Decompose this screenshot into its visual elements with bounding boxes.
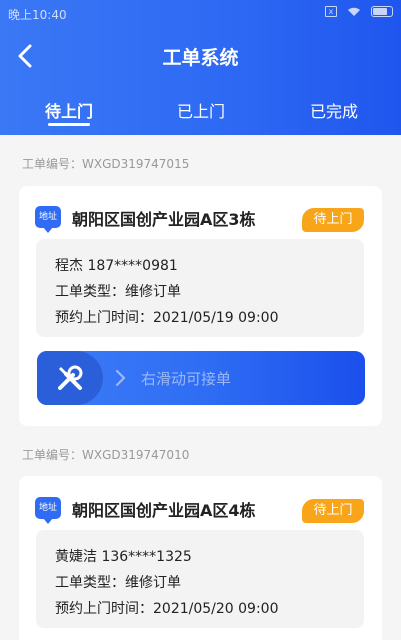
contact-info: 程杰 187****0981 bbox=[55, 258, 178, 274]
tab-visited[interactable]: 已上门 bbox=[141, 98, 261, 122]
order-type: 工单类型：维修订单 bbox=[55, 284, 181, 300]
sim-icon: x bbox=[325, 6, 337, 17]
active-tab-indicator bbox=[48, 123, 90, 126]
status-badge: 待上门 bbox=[302, 499, 364, 523]
page-title: 工单系统 bbox=[162, 47, 239, 69]
tools-icon bbox=[58, 365, 83, 390]
status-bar: 晚上10:40 x bbox=[0, 0, 401, 26]
slider-label: 右滑动可接单 bbox=[141, 370, 232, 388]
status-time: 晚上10:40 bbox=[8, 8, 67, 22]
battery-icon bbox=[371, 6, 393, 17]
order-details: 程杰 187****0981 工单类型：维修订单 预约上门时间：2021/05/… bbox=[36, 239, 364, 337]
order-details: 黄婕洁 136****1325 工单类型：维修订单 预约上门时间：2021/05… bbox=[36, 530, 364, 628]
order-address: 朝阳区国创产业园A区4栋 bbox=[72, 501, 256, 520]
order-number: 工单编号：WXGD319747015 bbox=[22, 157, 190, 171]
status-icons: x bbox=[325, 6, 393, 17]
appointment-time: 预约上门时间：2021/05/20 09:00 bbox=[55, 601, 279, 617]
address-icon: 地址 bbox=[35, 497, 61, 524]
order-number: 工单编号：WXGD319747010 bbox=[22, 448, 190, 462]
address-icon: 地址 bbox=[35, 206, 61, 233]
tab-pending[interactable]: 待上门 bbox=[9, 98, 129, 122]
order-card[interactable]: 地址 朝阳区国创产业园A区4栋 待上门 黄婕洁 136****1325 工单类型… bbox=[19, 476, 382, 640]
slider-handle[interactable] bbox=[37, 351, 103, 405]
chevron-right-icon bbox=[115, 369, 126, 387]
wifi-icon bbox=[348, 7, 360, 16]
tab-completed[interactable]: 已完成 bbox=[274, 98, 394, 122]
tab-bar: 待上门 已上门 已完成 bbox=[0, 98, 401, 128]
order-address: 朝阳区国创产业园A区3栋 bbox=[72, 210, 256, 229]
order-type: 工单类型：维修订单 bbox=[55, 575, 181, 591]
contact-info: 黄婕洁 136****1325 bbox=[55, 549, 192, 565]
appointment-time: 预约上门时间：2021/05/19 09:00 bbox=[55, 310, 279, 326]
order-card[interactable]: 地址 朝阳区国创产业园A区3栋 待上门 程杰 187****0981 工单类型：… bbox=[19, 186, 382, 426]
status-badge: 待上门 bbox=[302, 208, 364, 232]
accept-order-slider[interactable]: 右滑动可接单 bbox=[37, 351, 365, 405]
app-header: 晚上10:40 x 工单系统 待上门 已上门 已完成 bbox=[0, 0, 401, 135]
